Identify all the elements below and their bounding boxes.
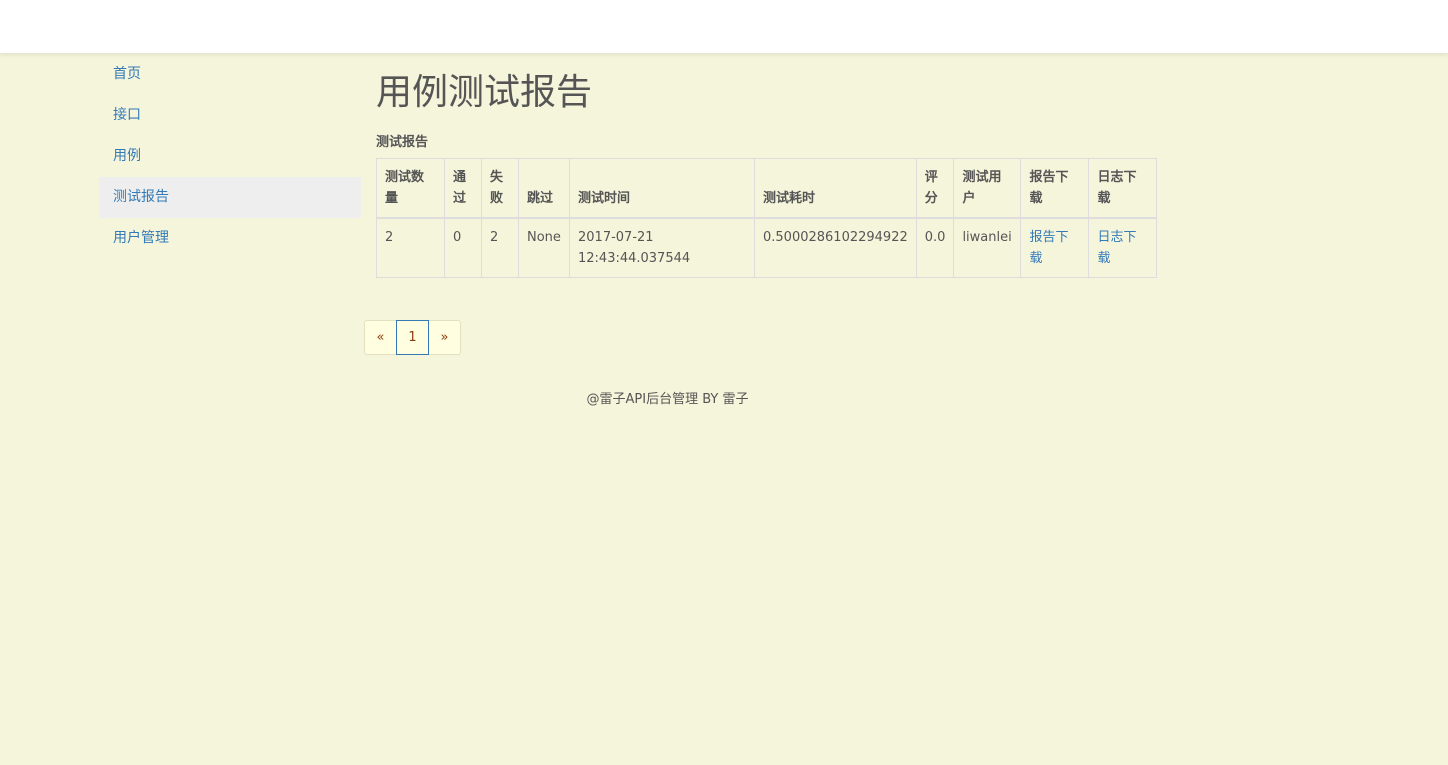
- top-navbar: [0, 0, 1448, 54]
- pagination-page-1[interactable]: 1: [396, 320, 429, 355]
- page-title: 用例测试报告: [376, 72, 593, 113]
- header-skipped: 跳过: [518, 158, 570, 219]
- cell-score: 0.0: [915, 217, 955, 278]
- header-passed: 通过: [444, 158, 482, 219]
- cell-passed: 0: [444, 217, 482, 278]
- header-duration: 测试耗时: [754, 158, 917, 219]
- sidebar-item-user-management[interactable]: 用户管理: [99, 218, 361, 259]
- sidebar-item-home[interactable]: 首页: [99, 54, 361, 95]
- header-failed: 失败: [481, 158, 519, 219]
- report-download-link[interactable]: 报告下载: [1020, 217, 1090, 278]
- log-download-link[interactable]: 日志下载: [1088, 217, 1158, 278]
- cell-time: 2017-07-21 12:43:44.037544: [569, 217, 755, 278]
- cell-skipped: None: [518, 217, 570, 278]
- main-content: 用例测试报告 测试报告 测试数量 通过 失败 跳过 测试时间 测试耗时 评分 测…: [376, 54, 1206, 278]
- cell-user: liwanlei: [953, 217, 1022, 278]
- footer-text: @雷子API后台管理 BY 雷子: [586, 392, 749, 407]
- table-header-row: 测试数量 通过 失败 跳过 测试时间 测试耗时 评分 测试用户 报告下载 日志下…: [376, 158, 1158, 219]
- cell-count: 2: [376, 217, 445, 278]
- header-user: 测试用户: [953, 158, 1022, 219]
- pagination-next-button[interactable]: »: [428, 320, 461, 355]
- header-count: 测试数量: [376, 158, 445, 219]
- table-row: 2 0 2 None 2017-07-21 12:43:44.037544 0.…: [376, 217, 1158, 278]
- header-score: 评分: [915, 158, 955, 219]
- cell-duration: 0.5000286102294922: [754, 217, 917, 278]
- sidebar-item-test-report[interactable]: 测试报告: [99, 177, 361, 218]
- sidebar-nav: 首页 接口 用例 测试报告 用户管理: [99, 54, 361, 259]
- pagination: « 1 »: [364, 320, 461, 355]
- header-report-download: 报告下载: [1020, 158, 1090, 219]
- section-title: 测试报告: [376, 135, 429, 150]
- sidebar-item-interface[interactable]: 接口: [99, 95, 361, 136]
- header-time: 测试时间: [569, 158, 755, 219]
- report-table: 测试数量 通过 失败 跳过 测试时间 测试耗时 评分 测试用户 报告下载 日志下…: [376, 158, 1158, 278]
- pagination-prev-button[interactable]: «: [364, 320, 397, 355]
- cell-failed: 2: [481, 217, 519, 278]
- header-log-download: 日志下载: [1088, 158, 1158, 219]
- sidebar-item-case[interactable]: 用例: [99, 136, 361, 177]
